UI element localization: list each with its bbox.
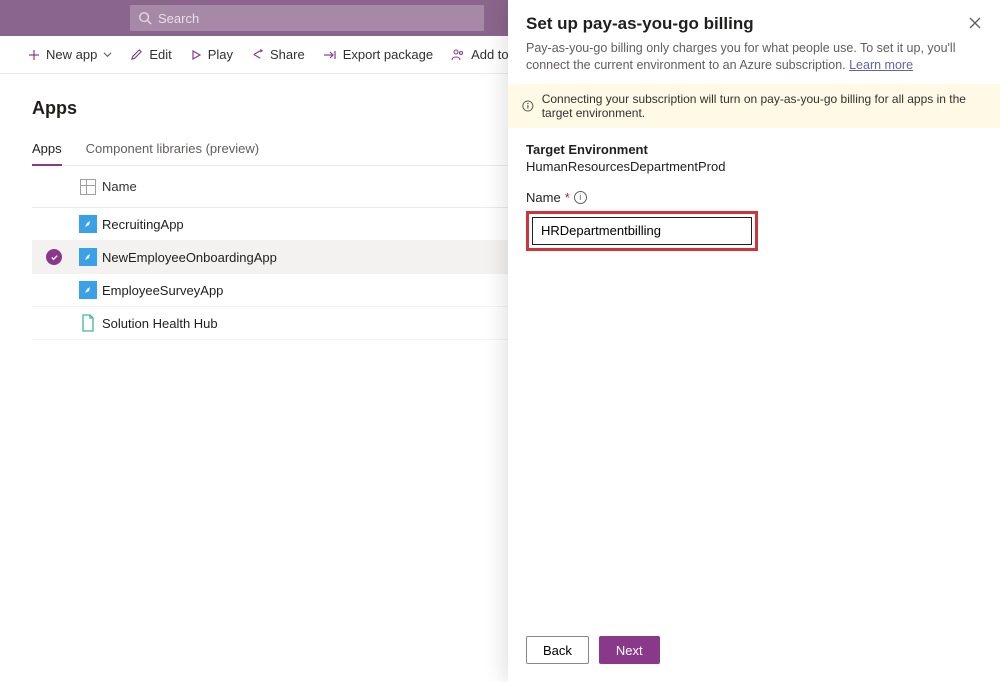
info-bar: Connecting your subscription will turn o… (508, 84, 1000, 128)
info-icon[interactable]: i (574, 191, 587, 204)
export-icon (323, 49, 337, 61)
tab-component-libraries[interactable]: Component libraries (preview) (86, 141, 259, 165)
new-app-button[interactable]: New app (28, 47, 112, 62)
tab-apps[interactable]: Apps (32, 141, 62, 166)
chevron-down-icon (103, 50, 112, 59)
next-button[interactable]: Next (599, 636, 660, 664)
close-icon[interactable] (968, 16, 982, 33)
plus-icon (28, 49, 40, 61)
billing-panel: Set up pay-as-you-go billing Pay-as-you-… (508, 0, 1000, 682)
play-icon (190, 49, 202, 61)
search-box[interactable]: Search (130, 5, 484, 31)
cmd-label: Edit (149, 47, 171, 62)
panel-description: Pay-as-you-go billing only charges you f… (526, 40, 982, 74)
name-field-highlight (526, 211, 758, 251)
teams-icon (451, 48, 465, 61)
model-app-icon (79, 314, 97, 332)
cmd-label: Share (270, 47, 305, 62)
canvas-app-icon (79, 281, 97, 299)
panel-footer: Back Next (508, 626, 1000, 682)
edit-button[interactable]: Edit (130, 47, 171, 62)
row-selected-icon[interactable] (46, 249, 62, 265)
target-env-label: Target Environment (526, 142, 982, 157)
learn-more-link[interactable]: Learn more (849, 58, 913, 72)
export-button[interactable]: Export package (323, 47, 433, 62)
required-asterisk: * (565, 190, 570, 205)
info-text: Connecting your subscription will turn o… (542, 92, 986, 120)
cmd-label: Export package (343, 47, 433, 62)
search-placeholder: Search (158, 11, 199, 26)
info-icon (522, 99, 534, 113)
back-button[interactable]: Back (526, 636, 589, 664)
name-input[interactable] (532, 217, 752, 245)
play-button[interactable]: Play (190, 47, 233, 62)
cmd-label: Play (208, 47, 233, 62)
search-icon (138, 11, 152, 25)
target-env-value: HumanResourcesDepartmentProd (526, 159, 982, 174)
canvas-app-icon (79, 248, 97, 266)
share-button[interactable]: Share (251, 47, 305, 62)
name-field-label: Name * i (526, 190, 982, 205)
pencil-icon (130, 48, 143, 61)
panel-title: Set up pay-as-you-go billing (526, 14, 754, 34)
cmd-label: New app (46, 47, 97, 62)
table-view-icon[interactable] (80, 179, 96, 195)
share-icon (251, 48, 264, 61)
canvas-app-icon (79, 215, 97, 233)
